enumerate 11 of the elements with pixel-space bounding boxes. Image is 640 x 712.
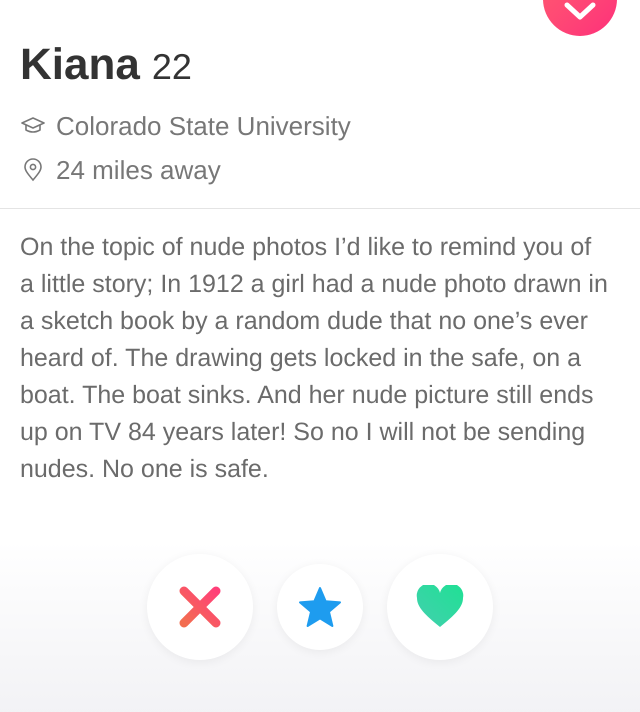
detail-text: 24 miles away xyxy=(56,154,221,186)
graduation-cap-icon xyxy=(21,116,45,136)
location-pin-icon xyxy=(23,158,43,182)
profile-age: 22 xyxy=(152,45,192,89)
heart-icon xyxy=(415,585,465,629)
close-icon xyxy=(178,585,222,629)
detail-text: Colorado State University xyxy=(56,110,351,142)
profile-name: Kiana xyxy=(20,39,140,91)
chevron-down-icon xyxy=(564,2,596,20)
star-icon xyxy=(298,586,342,628)
bio-text: On the topic of nude photos I’d like to remind you of a little story; In 1912 a girl had a nude photo drawn in a sketch book by a random dude that no one’s ever heard of. The drawing gets locked in the safe, on a boat. The boat sinks. And her nude picture still ends up on TV 84 years later! So no I will not be sending nudes. No one is safe. xyxy=(19,232,609,485)
